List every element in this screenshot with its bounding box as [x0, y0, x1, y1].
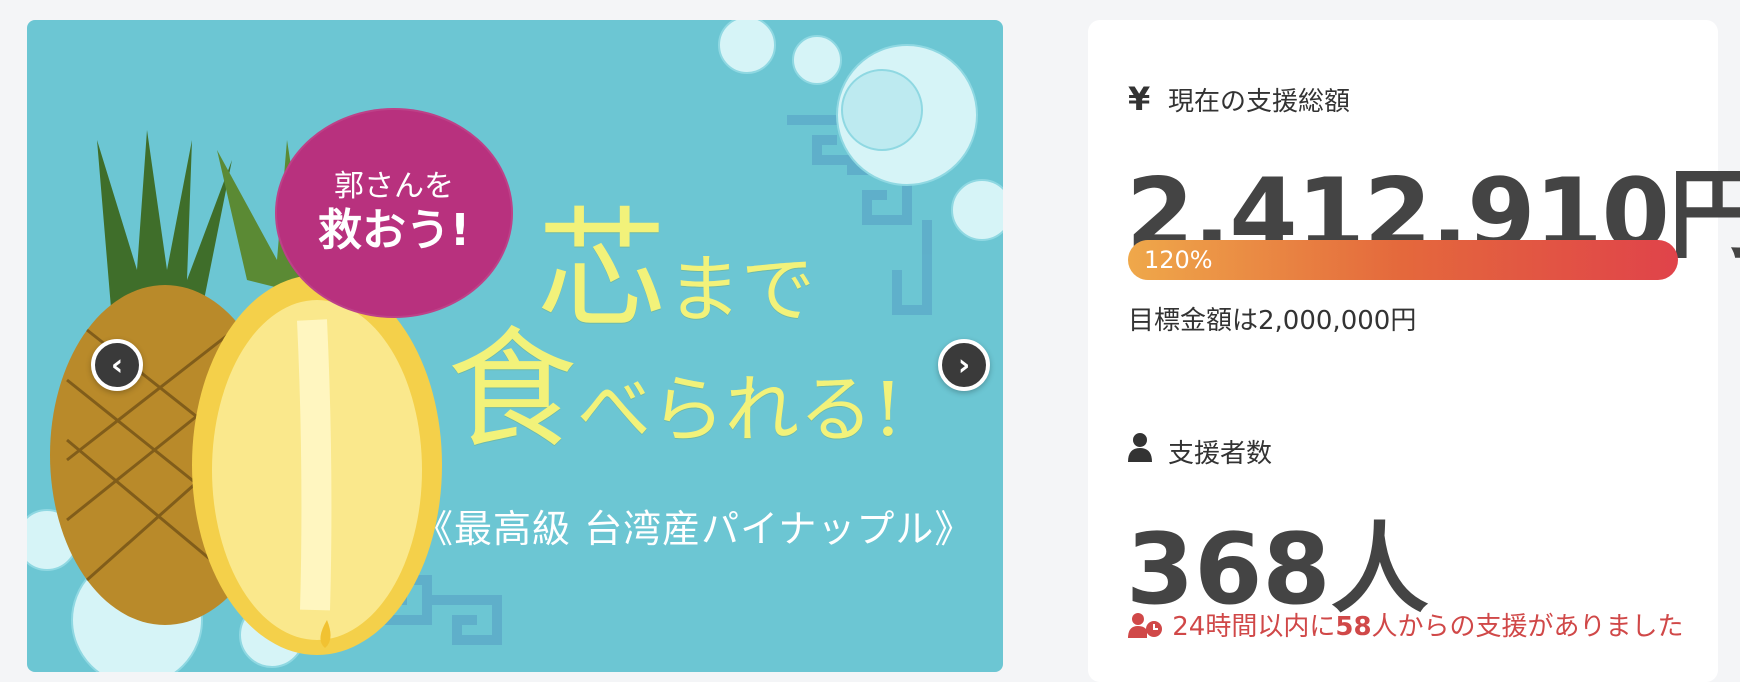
recent-support-prefix: 24時間以内に [1172, 612, 1336, 642]
carousel-prev-button[interactable]: ‹ [91, 339, 143, 391]
backers-label-text: 支援者数 [1168, 438, 1273, 469]
funding-progress-bar: 120% [1128, 240, 1678, 280]
backers-count: 368人 [1126, 513, 1429, 627]
chevron-right-icon: › [957, 347, 971, 383]
headline-char-2: 食 [447, 314, 578, 466]
yen-icon: ¥ [1128, 80, 1151, 118]
recent-support-notice: 24時間以内に58人からの支援がありました [1128, 612, 1688, 642]
headline-text-2: べられる! [577, 367, 903, 453]
user-icon [1128, 432, 1168, 470]
user-clock-icon [1128, 612, 1172, 642]
project-hero-banner: 郭さんを 救おう! 芯まで 食べられる! 《最高級 台湾産パイナップル》 ‹ › [27, 20, 1003, 672]
recent-support-suffix: 人からの支援がありました [1371, 612, 1684, 642]
backers-label: 支援者数 [1128, 432, 1272, 470]
headline-text-1: まで [667, 247, 816, 333]
badge-line-1: 郭さんを [334, 169, 454, 204]
promo-badge: 郭さんを 救おう! [275, 108, 513, 318]
total-support-label-text: 現在の支援総額 [1168, 86, 1351, 117]
goal-amount-text: 目標金額は2,000,000円 [1128, 306, 1417, 336]
recent-support-count: 58 [1335, 612, 1372, 642]
funding-stats-panel: ¥ 現在の支援総額 2,412,910円 120% 目標金額は2,000,000… [1088, 20, 1740, 682]
chevron-left-icon: ‹ [110, 347, 124, 383]
badge-line-2: 救おう! [317, 205, 471, 256]
banner-subtitle: 《最高級 台湾産パイナップル》 [415, 507, 974, 551]
funding-progress-percent: 120% [1144, 246, 1213, 274]
total-support-label: ¥ 現在の支援総額 [1128, 80, 1350, 118]
carousel-next-button[interactable]: › [938, 339, 990, 391]
